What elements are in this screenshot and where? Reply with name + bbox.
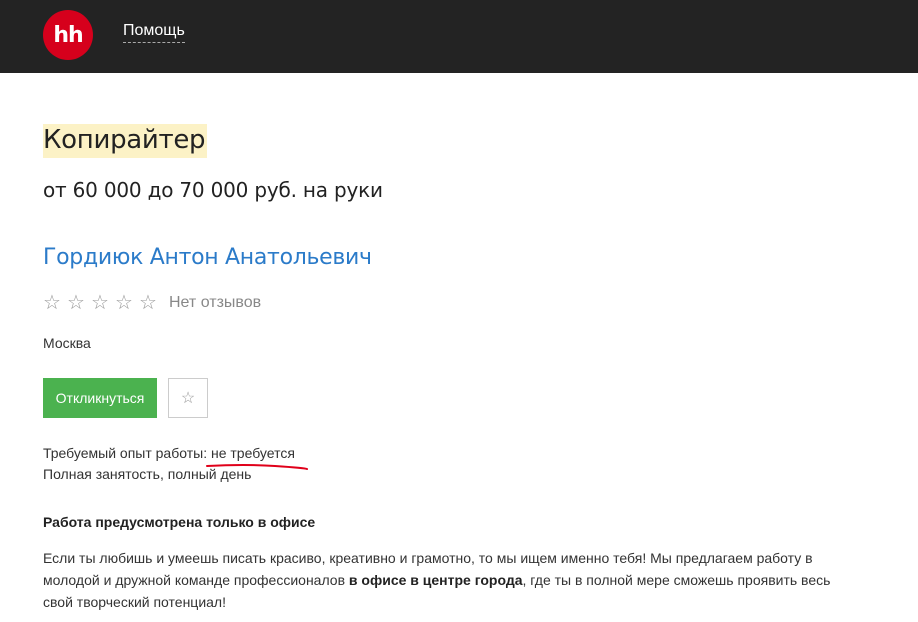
experience-value: не требуется bbox=[210, 445, 295, 461]
star-icon: ☆ bbox=[139, 292, 157, 314]
star-icon: ☆ bbox=[43, 292, 61, 314]
experience-line: Требуемый опыт работы: не требуется bbox=[43, 445, 295, 461]
reviews-count[interactable]: Нет отзывов bbox=[169, 294, 261, 312]
vacancy-salary: от 60 000 до 70 000 руб. на руки bbox=[43, 178, 383, 202]
vacancy-title: Копирайтер bbox=[43, 124, 208, 158]
respond-button[interactable]: Откликнуться bbox=[43, 378, 157, 418]
logo-text: hh bbox=[53, 22, 83, 48]
hh-logo[interactable]: hh bbox=[43, 10, 93, 60]
star-outline-icon: ☆ bbox=[180, 390, 196, 407]
company-name-link[interactable]: Гордиюк Антон Анатольевич bbox=[43, 245, 372, 270]
vacancy-description: Если ты любишь и умеешь писать красиво, … bbox=[43, 547, 833, 613]
employment-type: Полная занятость, полный день bbox=[43, 466, 252, 482]
vacancy-city: Москва bbox=[43, 335, 91, 351]
office-note: Работа предусмотрена только в офисе bbox=[43, 514, 316, 530]
star-icon: ☆ bbox=[91, 292, 109, 314]
experience-label: Требуемый опыт работы: bbox=[43, 445, 208, 461]
help-link[interactable]: Помощь bbox=[123, 22, 185, 43]
favorite-button[interactable]: ☆ bbox=[168, 378, 208, 418]
top-header: hh Помощь bbox=[0, 0, 918, 73]
company-rating: ☆ ☆ ☆ ☆ ☆ Нет отзывов bbox=[43, 292, 261, 314]
description-bold: в офисе в центре города bbox=[348, 572, 523, 588]
star-icon: ☆ bbox=[115, 292, 133, 314]
star-icon: ☆ bbox=[67, 292, 85, 314]
